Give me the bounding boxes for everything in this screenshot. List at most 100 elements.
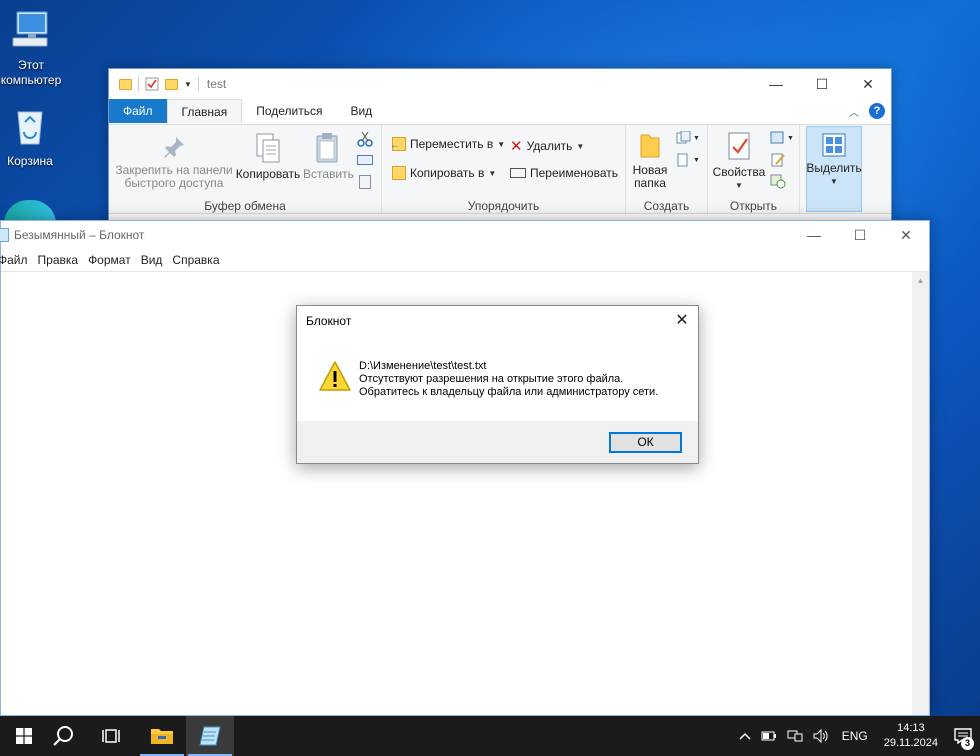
warning-icon xyxy=(318,360,352,395)
new-group-label: Создать xyxy=(643,199,690,213)
search-button[interactable] xyxy=(40,716,88,756)
notepad-title-bar: Безымянный – Блокнот — ☐ ✕ xyxy=(0,221,929,249)
new-item-icon[interactable]: ▼ xyxy=(676,130,700,148)
open-group: Свойства ▼ ▼ Открыть xyxy=(708,125,800,215)
maximize-button[interactable]: ☐ xyxy=(837,221,883,249)
dialog-message: D:\Изменение\test\test.txt Отсутствуют р… xyxy=(359,360,658,399)
tab-file[interactable]: Файл xyxy=(109,99,167,123)
notification-count-badge: 3 xyxy=(961,737,974,750)
search-icon xyxy=(53,726,73,746)
dialog-body: D:\Изменение\test\test.txt Отсутствуют р… xyxy=(297,336,698,421)
organize-group-label: Упорядочить xyxy=(467,199,540,213)
clipboard-group: Закрепить на панели быстрого доступа Коп… xyxy=(109,125,382,215)
open-group-label: Открыть xyxy=(729,199,778,213)
tab-share[interactable]: Поделиться xyxy=(242,99,336,123)
menu-view[interactable]: Вид xyxy=(136,253,168,267)
svg-text:▼: ▼ xyxy=(787,135,794,142)
pin-quick-access-button[interactable]: Закрепить на панели быстрого доступа xyxy=(115,135,233,190)
ribbon-tabs: Файл Главная Поделиться Вид ︿ ? xyxy=(109,99,891,123)
paste-shortcut-icon[interactable] xyxy=(359,175,371,189)
show-hidden-icons-chevron-icon[interactable] xyxy=(734,732,756,740)
properties-label: Свойства xyxy=(712,165,766,179)
action-center-button[interactable]: 3 xyxy=(946,716,980,756)
dialog-footer: ОК xyxy=(297,421,698,463)
scroll-up-arrow-icon[interactable]: ▲ xyxy=(912,272,929,289)
dropdown-chevron-icon: ▼ xyxy=(735,181,743,190)
organize-group: ← Переместить в ▼ Копировать в ▼ ✕ Удали… xyxy=(382,125,626,215)
tab-home[interactable]: Главная xyxy=(166,99,243,123)
close-button[interactable]: ✕ xyxy=(883,221,929,249)
dialog-title-text: Блокнот xyxy=(306,314,352,328)
collapse-ribbon-chevron-icon[interactable]: ︿ xyxy=(849,104,859,119)
task-view-button[interactable] xyxy=(88,716,136,756)
help-icon[interactable]: ? xyxy=(869,103,885,119)
task-view-icon xyxy=(102,729,120,743)
menu-edit[interactable]: Правка xyxy=(33,253,84,267)
open-icon[interactable]: ▼ xyxy=(770,131,796,148)
taskbar-file-explorer[interactable] xyxy=(138,716,186,756)
network-icon[interactable] xyxy=(782,729,808,743)
taskbar-notepad[interactable] xyxy=(186,716,234,756)
dropdown-chevron-icon: ▼ xyxy=(488,168,497,178)
copy-button[interactable]: Копировать xyxy=(233,131,303,181)
notepad-title: Безымянный – Блокнот xyxy=(14,228,145,242)
copy-path-icon[interactable] xyxy=(357,155,373,165)
move-to-icon: ← xyxy=(390,137,406,151)
pin-icon xyxy=(164,137,184,158)
paste-label: Вставить xyxy=(303,167,354,181)
move-to-label: Переместить в xyxy=(410,137,494,151)
vertical-scrollbar[interactable]: ▲ xyxy=(912,272,929,715)
maximize-button[interactable]: ☐ xyxy=(799,69,845,99)
select-label: Выделить xyxy=(806,161,862,175)
hint-text: Обратитесь к владельцу файла или админис… xyxy=(359,386,659,398)
rename-button[interactable]: Переименовать xyxy=(510,166,618,180)
svg-text:▼: ▼ xyxy=(693,135,700,142)
file-explorer-icon xyxy=(151,729,173,744)
customize-toolbar-chevron-icon[interactable]: ▼ xyxy=(184,80,192,89)
minimize-button[interactable]: — xyxy=(753,69,799,99)
paste-button[interactable]: Вставить xyxy=(303,131,354,181)
select-grid-icon xyxy=(822,133,846,157)
delete-button[interactable]: ✕ Удалить ▼ xyxy=(510,137,584,155)
ok-button[interactable]: ОК xyxy=(609,432,682,453)
desktop-icon-recycle-bin[interactable]: Корзина xyxy=(0,104,63,169)
rename-icon xyxy=(510,168,526,178)
error-dialog: Блокнот ✕ D:\Изменение\test\test.txt Отс… xyxy=(296,305,699,464)
select-button[interactable]: Выделить ▼ xyxy=(806,131,862,188)
desktop-icon-this-pc[interactable]: Этот компьютер xyxy=(0,8,64,88)
history-icon[interactable] xyxy=(770,173,786,192)
close-button[interactable]: ✕ xyxy=(845,69,891,99)
clock[interactable]: 14:13 29.11.2024 xyxy=(876,721,946,751)
folder-icon[interactable] xyxy=(119,78,132,90)
copy-to-icon xyxy=(392,166,406,180)
properties-button[interactable]: Свойства ▼ xyxy=(712,131,766,192)
tab-view[interactable]: Вид xyxy=(336,99,386,123)
copy-to-button[interactable]: Копировать в ▼ xyxy=(392,166,496,180)
dropdown-chevron-icon: ▼ xyxy=(497,139,506,149)
menu-format[interactable]: Формат xyxy=(83,253,136,267)
notepad-icon xyxy=(0,228,9,242)
volume-icon[interactable] xyxy=(808,729,834,743)
dialog-close-button[interactable]: ✕ xyxy=(666,306,698,336)
menu-help[interactable]: Справка xyxy=(167,253,224,267)
new-folder-icon[interactable] xyxy=(165,78,178,90)
error-text: Отсутствуют разрешения на открытие этого… xyxy=(359,373,624,385)
move-to-button[interactable]: ← Переместить в ▼ xyxy=(390,137,506,151)
battery-icon[interactable] xyxy=(756,731,782,741)
select-group: Выделить ▼ xyxy=(800,125,870,215)
taskbar: ENG 14:13 29.11.2024 3 xyxy=(0,716,980,756)
window-controls: — ☐ ✕ xyxy=(753,69,891,99)
copy-to-label: Копировать в xyxy=(410,166,485,180)
properties-check-icon[interactable] xyxy=(145,77,159,91)
new-folder-button[interactable]: Новая папка xyxy=(630,131,670,190)
easy-access-icon[interactable]: ▼ xyxy=(676,153,700,170)
input-language-indicator[interactable]: ENG xyxy=(834,729,876,743)
toolbar-separator xyxy=(138,77,139,91)
file-path-text: D:\Изменение\test\test.txt xyxy=(359,360,487,372)
menu-file[interactable]: Файл xyxy=(0,253,33,267)
edit-icon[interactable] xyxy=(770,153,786,170)
cut-icon[interactable] xyxy=(357,131,373,150)
notepad-window: Безымянный – Блокнот — ☐ ✕ Файл Правка Ф… xyxy=(0,220,930,716)
rename-label: Переименовать xyxy=(530,166,618,180)
minimize-button[interactable]: — xyxy=(791,221,837,249)
